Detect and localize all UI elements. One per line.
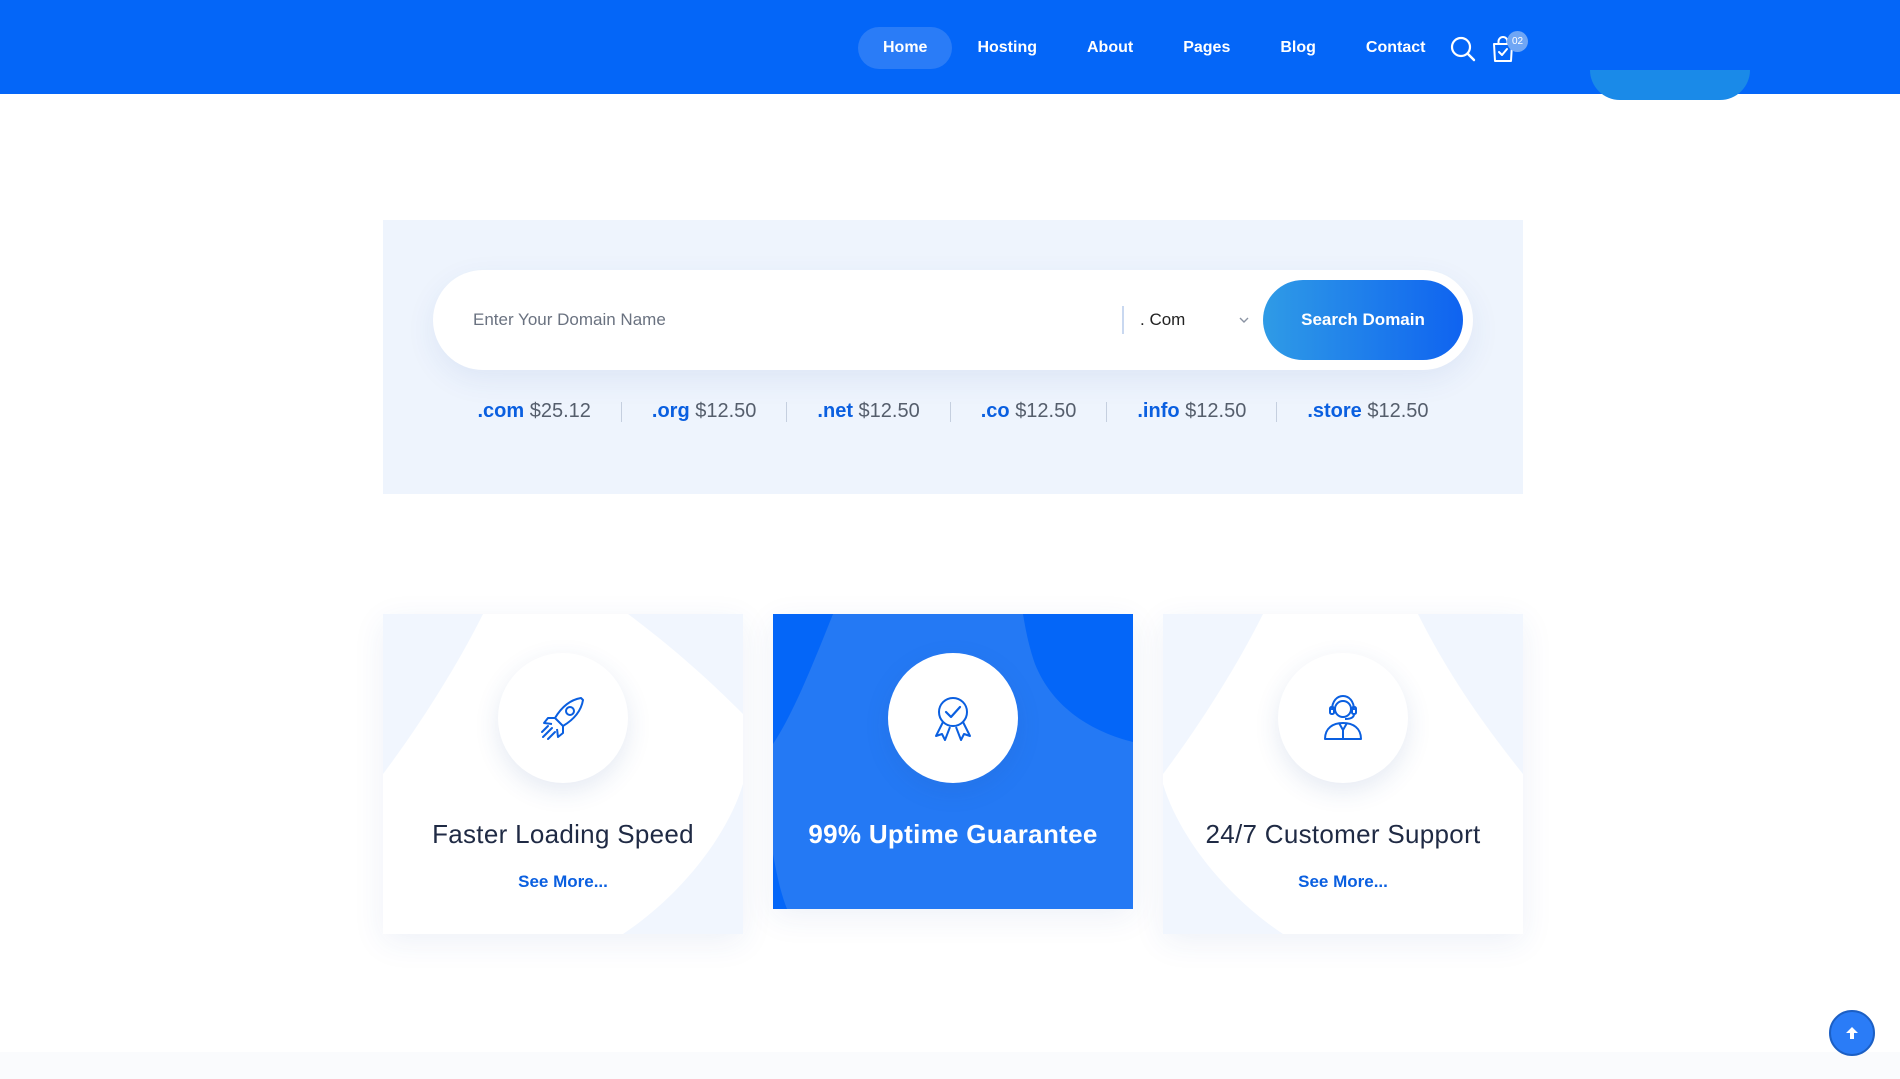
nav-item-home[interactable]: Home [858, 27, 953, 69]
feature-icon-wrapper [498, 653, 628, 783]
feature-card-uptime: 99% Uptime Guarantee [773, 614, 1133, 909]
price-extension: .store [1307, 400, 1362, 422]
search-domain-button[interactable]: Search Domain [1263, 280, 1463, 360]
arrow-up-icon [1846, 1027, 1858, 1039]
price-amount: $12.50 [858, 400, 920, 422]
domain-search-section: . Com Search Domain .com $25.12 .org $12… [383, 220, 1523, 494]
chevron-down-icon [1239, 317, 1249, 323]
price-amount: $25.12 [529, 400, 591, 422]
price-item-net: .net $12.50 [787, 400, 949, 423]
see-more-link[interactable]: See More... [1163, 872, 1523, 892]
price-amount: $12.50 [1367, 400, 1429, 422]
feature-card-speed: Faster Loading Speed See More... [383, 614, 743, 934]
price-item-store: .store $12.50 [1277, 400, 1458, 423]
footer-strip [0, 1052, 1900, 1079]
feature-title: 99% Uptime Guarantee [808, 819, 1098, 849]
domain-name-input[interactable] [473, 300, 1073, 340]
price-amount: $12.50 [1185, 400, 1247, 422]
rocket-icon [541, 697, 584, 740]
price-extension: .info [1137, 400, 1180, 422]
search-icon[interactable] [1448, 34, 1478, 64]
main-nav: Home Hosting About Pages Blog Contact [858, 27, 1450, 69]
page: Home Hosting About Pages Blog Contact 02… [0, 0, 1900, 1079]
feature-card-support: 24/7 Customer Support See More... [1163, 614, 1523, 934]
price-item-org: .org $12.50 [622, 400, 787, 423]
feature-title: 24/7 Customer Support [1205, 819, 1481, 849]
price-extension: .net [817, 400, 853, 422]
nav-item-pages[interactable]: Pages [1158, 27, 1255, 69]
price-extension: .com [477, 400, 525, 422]
input-divider [1122, 306, 1124, 334]
price-item-info: .info $12.50 [1107, 400, 1276, 423]
domain-search-bar: . Com Search Domain [433, 270, 1473, 370]
price-item-co: .co $12.50 [951, 400, 1107, 423]
price-amount: $12.50 [695, 400, 757, 422]
nav-item-contact[interactable]: Contact [1341, 27, 1451, 69]
support-agent-icon [1324, 694, 1362, 740]
nav-item-hosting[interactable]: Hosting [952, 27, 1062, 69]
feature-icon-wrapper [888, 653, 1018, 783]
back-to-top-button[interactable] [1829, 1010, 1875, 1056]
price-item-com: .com $25.12 [447, 400, 620, 423]
header-decoration [1590, 70, 1750, 100]
feature-title: Faster Loading Speed [432, 819, 694, 849]
nav-item-about[interactable]: About [1062, 27, 1158, 69]
price-amount: $12.50 [1015, 400, 1077, 422]
price-extension: .co [980, 400, 1010, 422]
feature-icon-wrapper [1278, 653, 1408, 783]
header: Home Hosting About Pages Blog Contact 02 [0, 0, 1900, 100]
nav-item-blog[interactable]: Blog [1255, 27, 1341, 69]
cart-count-badge: 02 [1507, 31, 1528, 52]
see-more-link[interactable]: See More... [383, 872, 743, 892]
tld-select[interactable]: . Com [1140, 300, 1250, 340]
tld-selected-value: . Com [1140, 310, 1186, 329]
domain-price-list: .com $25.12 .org $12.50 .net $12.50 .co … [383, 400, 1523, 423]
award-badge-icon [935, 697, 971, 741]
price-extension: .org [651, 400, 690, 422]
